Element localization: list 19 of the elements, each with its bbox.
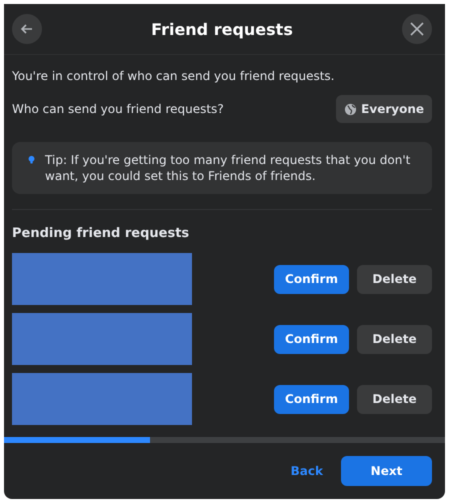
audience-button[interactable]: Everyone bbox=[336, 95, 432, 123]
globe-icon bbox=[344, 102, 358, 116]
intro-text: You're in control of who can send you friend requests. bbox=[12, 69, 336, 83]
back-arrow-icon bbox=[20, 22, 34, 36]
next-button[interactable]: Next bbox=[341, 456, 432, 486]
section-heading: Pending friend requests bbox=[12, 226, 190, 241]
close-icon bbox=[409, 21, 425, 37]
back-link[interactable]: Back bbox=[290, 464, 323, 478]
confirm-button[interactable]: Confirm bbox=[274, 324, 349, 354]
close-button[interactable] bbox=[402, 14, 432, 44]
confirm-button[interactable]: Confirm bbox=[274, 384, 349, 414]
delete-button[interactable]: Delete bbox=[357, 264, 432, 294]
delete-button[interactable]: Delete bbox=[357, 384, 432, 414]
delete-button[interactable]: Delete bbox=[357, 324, 432, 354]
dialog-title: Friend requests bbox=[151, 20, 293, 38]
back-button[interactable] bbox=[12, 14, 42, 44]
tip-text: Tip: If you're getting too many friend requests that you don't want, you could set this to Friends of friends. bbox=[45, 152, 412, 184]
confirm-button[interactable]: Confirm bbox=[274, 264, 349, 294]
audience-question: Who can send you friend requests? bbox=[12, 102, 224, 116]
